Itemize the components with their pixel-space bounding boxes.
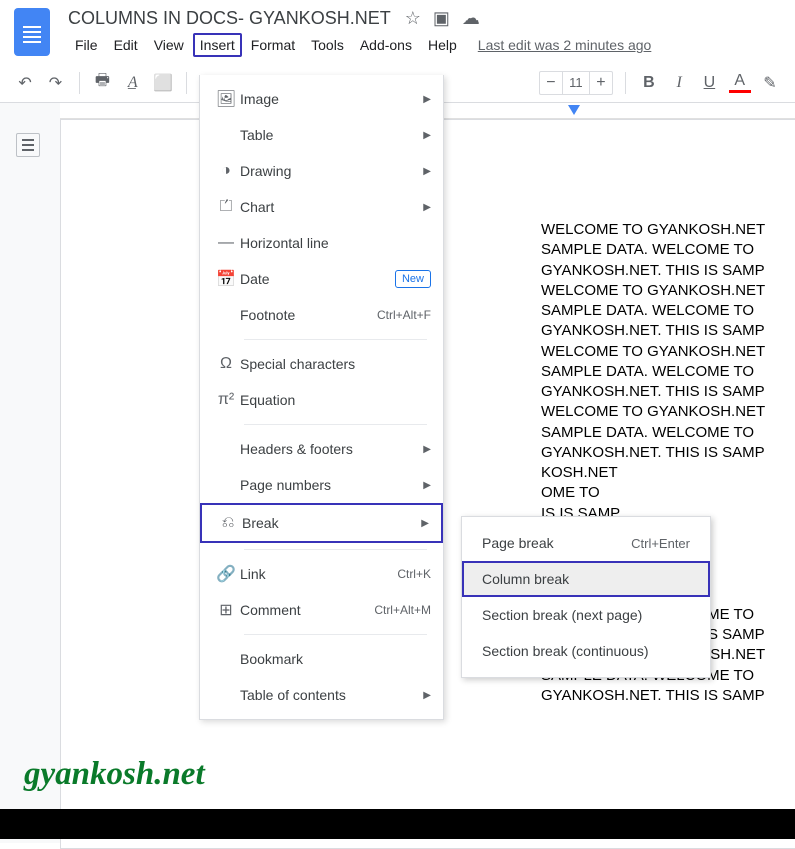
comment-icon: ⊞ [212, 600, 240, 620]
menu-format[interactable]: Format [244, 33, 302, 57]
menu-file[interactable]: File [68, 33, 105, 57]
cloud-icon[interactable]: ☁ [462, 8, 480, 29]
separator [244, 634, 427, 635]
move-icon[interactable]: ▣ [433, 8, 450, 29]
shortcut-text: Ctrl+Alt+M [374, 603, 431, 617]
shortcut-text: Ctrl+Enter [631, 536, 690, 551]
menu-edit[interactable]: Edit [107, 33, 145, 57]
insert-chart[interactable]: ⏍Chart▶ [200, 189, 443, 225]
separator [186, 72, 187, 94]
insert-drawing[interactable]: ◑Drawing▶ [200, 153, 443, 189]
undo-button[interactable]: ↶ [14, 69, 36, 97]
new-badge: New [395, 270, 431, 288]
document-title[interactable]: COLUMNS IN DOCS- GYANKOSH.NET [68, 8, 391, 29]
menu-addons[interactable]: Add-ons [353, 33, 419, 57]
break-section-continuous[interactable]: Section break (continuous) [462, 633, 710, 669]
chevron-right-icon: ▶ [423, 166, 431, 177]
paint-format-button[interactable]: ⬜ [152, 69, 174, 97]
break-submenu: Page breakCtrl+Enter Column break Sectio… [461, 516, 711, 678]
menu-tools[interactable]: Tools [304, 33, 351, 57]
print-button[interactable]: 🖶 [91, 69, 113, 97]
break-icon: ⎌ [214, 514, 242, 532]
chevron-right-icon: ▶ [423, 202, 431, 213]
insert-image[interactable]: 🖼Image▶ [200, 81, 443, 117]
menu-help[interactable]: Help [421, 33, 464, 57]
separator [244, 549, 427, 550]
chevron-right-icon: ▶ [423, 480, 431, 491]
underline-button[interactable]: U [698, 69, 720, 97]
insert-break[interactable]: ⎌Break▶ [200, 503, 443, 543]
insert-link[interactable]: 🔗LinkCtrl+K [200, 556, 443, 592]
chevron-right-icon: ▶ [423, 444, 431, 455]
chevron-right-icon: ▶ [423, 130, 431, 141]
chevron-right-icon: ▶ [423, 94, 431, 105]
image-icon: 🖼 [212, 89, 240, 109]
omega-icon: Ω [212, 355, 240, 373]
font-size-increase[interactable]: + [590, 74, 612, 92]
italic-button[interactable]: I [668, 69, 690, 97]
star-icon[interactable]: ☆ [405, 8, 421, 29]
insert-equation[interactable]: π²Equation [200, 382, 443, 418]
insert-horizontal-line[interactable]: —Horizontal line [200, 225, 443, 261]
bottom-bar [0, 809, 795, 839]
break-column[interactable]: Column break [462, 561, 710, 597]
chevron-right-icon: ▶ [423, 690, 431, 701]
break-section-next[interactable]: Section break (next page) [462, 597, 710, 633]
separator [244, 424, 427, 425]
separator [625, 72, 626, 94]
font-size-input[interactable]: 11 [562, 72, 590, 94]
highlight-button[interactable]: ✎ [759, 69, 781, 97]
insert-table[interactable]: Table▶ [200, 117, 443, 153]
insert-special-chars[interactable]: ΩSpecial characters [200, 346, 443, 382]
link-icon: 🔗 [212, 564, 240, 584]
redo-button[interactable]: ↷ [44, 69, 66, 97]
insert-page-numbers[interactable]: Page numbers▶ [200, 467, 443, 503]
insert-headers-footers[interactable]: Headers & footers▶ [200, 431, 443, 467]
insert-dropdown: 🖼Image▶ Table▶ ◑Drawing▶ ⏍Chart▶ —Horizo… [199, 75, 444, 720]
calendar-icon: 📅 [212, 269, 240, 289]
bold-button[interactable]: B [638, 69, 660, 97]
separator [79, 72, 80, 94]
menu-view[interactable]: View [147, 33, 191, 57]
insert-comment[interactable]: ⊞CommentCtrl+Alt+M [200, 592, 443, 628]
spellcheck-button[interactable]: A̲ [122, 69, 144, 97]
insert-footnote[interactable]: FootnoteCtrl+Alt+F [200, 297, 443, 333]
break-page[interactable]: Page breakCtrl+Enter [462, 525, 710, 561]
drawing-icon: ◑ [212, 162, 240, 180]
pi-icon: π² [212, 391, 240, 409]
docs-logo[interactable] [14, 8, 50, 56]
insert-toc[interactable]: Table of contents▶ [200, 677, 443, 713]
menu-bar: File Edit View Insert Format Tools Add-o… [68, 33, 651, 57]
chart-icon: ⏍ [212, 198, 240, 216]
insert-bookmark[interactable]: Bookmark [200, 641, 443, 677]
insert-date[interactable]: 📅DateNew [200, 261, 443, 297]
font-size-decrease[interactable]: − [540, 74, 562, 92]
last-edit-link[interactable]: Last edit was 2 minutes ago [478, 37, 652, 53]
shortcut-text: Ctrl+Alt+F [377, 308, 431, 322]
line-icon: — [212, 234, 240, 252]
shortcut-text: Ctrl+K [397, 567, 431, 581]
separator [244, 339, 427, 340]
indent-marker-icon[interactable] [568, 105, 580, 115]
watermark-text: gyankosh.net [24, 756, 205, 793]
text-color-button[interactable]: A [729, 73, 751, 93]
outline-toggle[interactable] [16, 133, 40, 157]
chevron-right-icon: ▶ [421, 518, 429, 529]
menu-insert[interactable]: Insert [193, 33, 242, 57]
